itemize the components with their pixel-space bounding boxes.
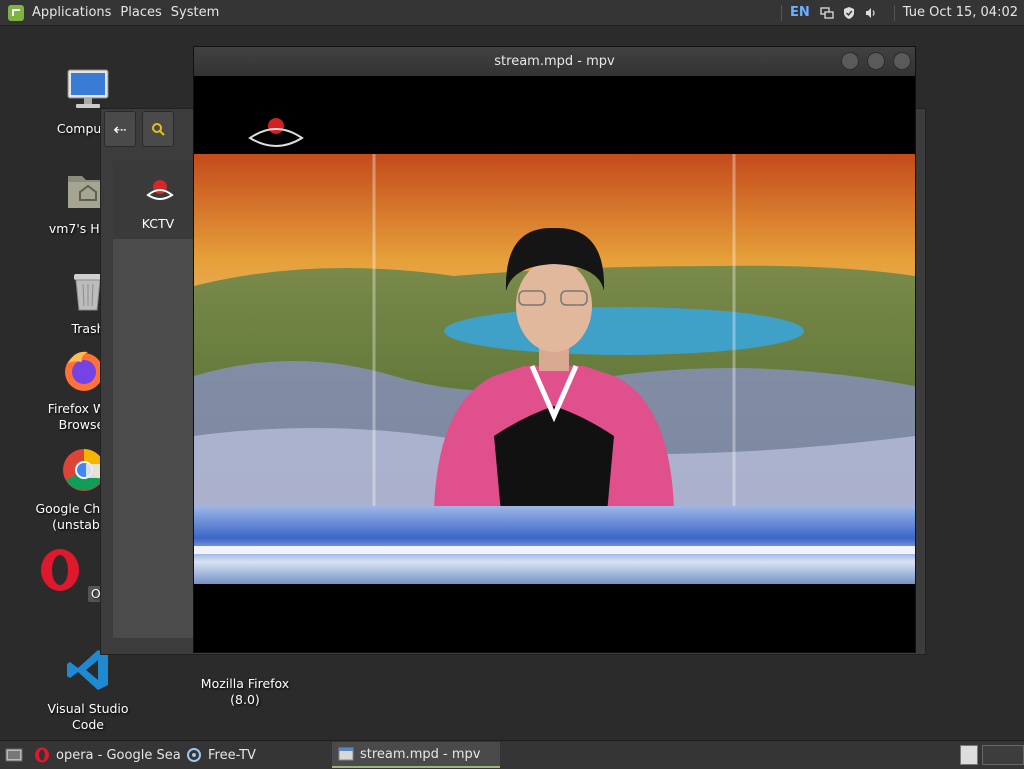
monitor-icon <box>67 69 109 108</box>
desktop-icon-vscode[interactable]: Visual Studio Code <box>33 646 143 733</box>
free-tv-icon <box>187 748 201 762</box>
search-button[interactable] <box>142 111 174 147</box>
taskbar: opera - Google Sear... Free-TV stream.mp… <box>0 740 1024 769</box>
network-icon[interactable] <box>820 6 834 20</box>
taskbar-item-free-tv[interactable]: Free-TV <box>180 742 332 768</box>
clock[interactable]: Tue Oct 15, 04:02 <box>903 5 1018 20</box>
kctv-watermark-icon <box>248 118 304 147</box>
video-image <box>194 118 915 652</box>
mint-logo-icon <box>8 4 24 21</box>
back-button[interactable]: ⇠ <box>104 111 136 147</box>
window-controls <box>833 52 911 70</box>
applications-menu-label: Applications <box>32 5 112 20</box>
taskbar-item-opera[interactable]: opera - Google Sear... <box>28 742 180 768</box>
system-tray: EN Tue Oct 15, 04:02 <box>773 0 1024 25</box>
minimize-button[interactable] <box>841 52 859 70</box>
channel-tile[interactable]: KCTV <box>113 161 203 239</box>
taskbar-item-label: Free-TV <box>208 747 256 763</box>
volume-icon[interactable] <box>864 6 878 20</box>
desktop-icon-label: Visual Studio Code <box>47 701 129 732</box>
shield-icon[interactable] <box>842 6 856 20</box>
applications-menu[interactable]: Applications <box>0 0 120 25</box>
mpv-window: stream.mpd - mpv <box>193 46 916 653</box>
taskbar-item-mpv[interactable]: stream.mpd - mpv <box>332 742 500 768</box>
workspace-2[interactable] <box>982 745 1024 765</box>
workspace-switcher[interactable] <box>954 742 1024 768</box>
places-menu[interactable]: Places <box>120 0 170 25</box>
show-desktop-icon <box>5 748 23 762</box>
tray-separator <box>781 4 783 21</box>
desktop-icon-label: Mozilla Firefox (8.0) <box>200 676 290 707</box>
maximize-button[interactable] <box>867 52 885 70</box>
system-menu[interactable]: System <box>171 0 228 25</box>
taskbar-item-label: opera - Google Sear... <box>56 747 180 763</box>
search-icon <box>152 123 165 136</box>
keyboard-layout-indicator[interactable]: EN <box>790 5 810 20</box>
channel-tile-label: KCTV <box>141 216 175 231</box>
close-button[interactable] <box>893 52 911 70</box>
desktop-icon-mozilla-firefox[interactable]: Mozilla Firefox (8.0) <box>185 646 305 708</box>
opera-icon <box>35 747 49 763</box>
tray-separator <box>893 4 895 21</box>
top-panel: Applications Places System EN Tue Oct 15… <box>0 0 1024 26</box>
workspace-1[interactable] <box>960 745 978 765</box>
system-menu-label: System <box>170 5 220 20</box>
places-menu-label: Places <box>120 5 162 20</box>
taskbar-item-label: stream.mpd - mpv <box>360 746 481 762</box>
mpv-titlebar[interactable]: stream.mpd - mpv <box>194 47 915 76</box>
opera-icon <box>40 549 79 591</box>
show-desktop-button[interactable] <box>0 742 28 768</box>
back-arrow-icon: ⇠ <box>113 119 127 139</box>
mpv-window-icon <box>338 747 354 761</box>
window-title: stream.mpd - mpv <box>494 54 615 69</box>
kctv-logo-icon <box>146 180 174 200</box>
video-frame[interactable] <box>194 76 915 652</box>
